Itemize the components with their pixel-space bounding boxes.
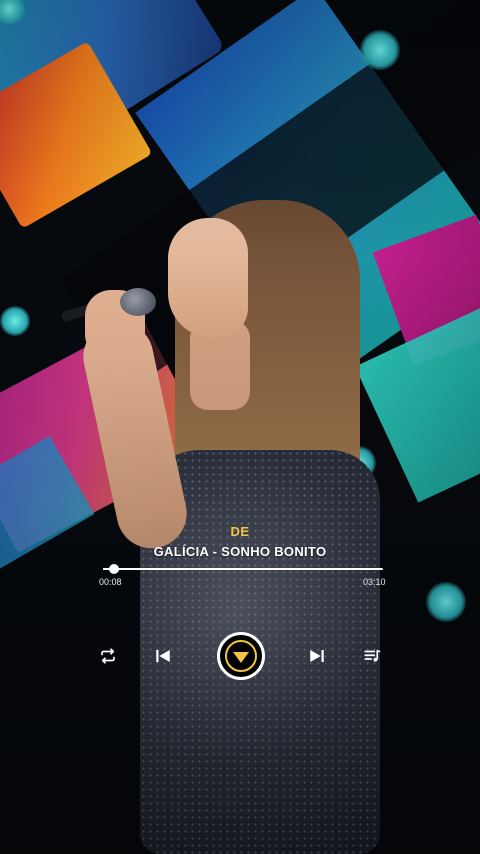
total-time: 03:10 bbox=[363, 577, 386, 587]
music-player-overlay: DE GALÍCIA - SONHO BONITO 00:08 03:10 bbox=[0, 520, 480, 700]
play-button[interactable] bbox=[217, 632, 265, 680]
playlist-icon bbox=[364, 649, 381, 662]
repeat-icon bbox=[101, 648, 115, 664]
next-button[interactable] bbox=[307, 646, 327, 666]
video-background: DE GALÍCIA - SONHO BONITO 00:08 03:10 bbox=[0, 0, 480, 854]
skip-previous-icon bbox=[156, 650, 170, 662]
repeat-button[interactable] bbox=[98, 646, 118, 666]
progress-bar[interactable] bbox=[103, 564, 383, 574]
queue-button[interactable] bbox=[362, 646, 382, 666]
previous-button[interactable] bbox=[153, 646, 173, 666]
play-icon bbox=[225, 640, 257, 672]
skip-next-icon bbox=[310, 650, 324, 662]
progress-knob[interactable] bbox=[109, 564, 120, 574]
artist-name: DE bbox=[230, 524, 250, 539]
current-time: 00:08 bbox=[99, 577, 122, 587]
song-title: GALÍCIA - SONHO BONITO bbox=[153, 544, 327, 559]
